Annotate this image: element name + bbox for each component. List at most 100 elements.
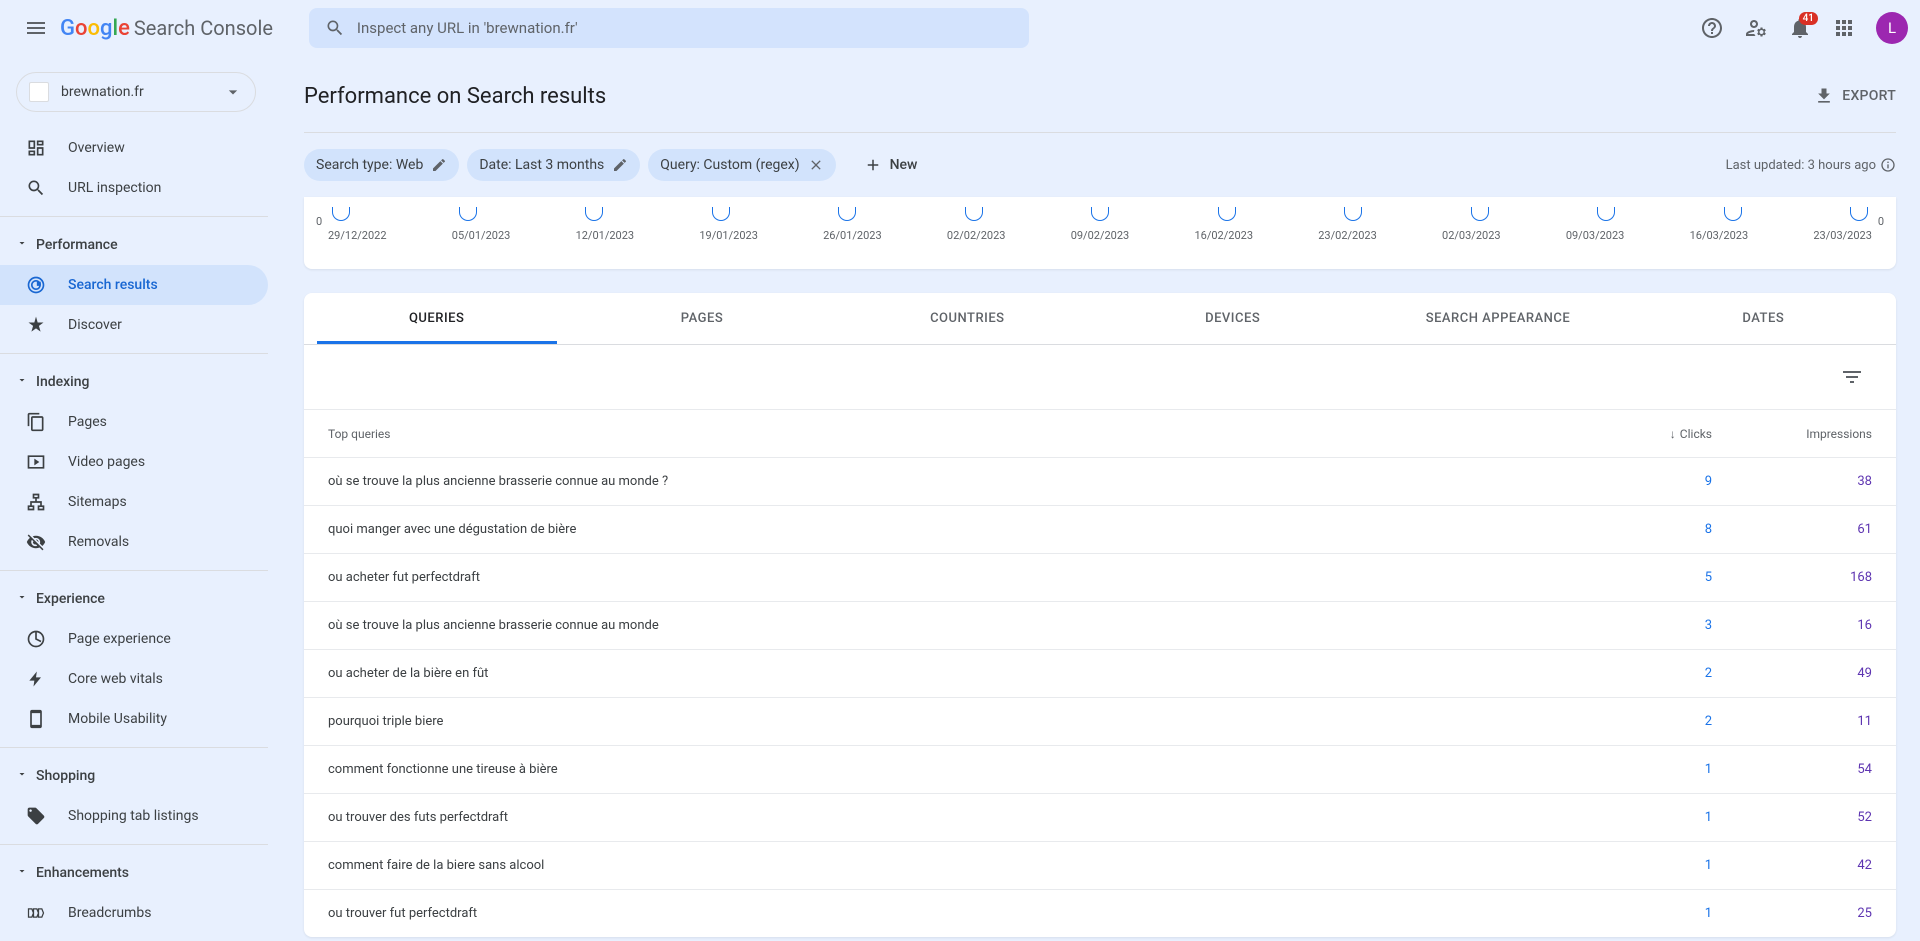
chart-spike xyxy=(1344,207,1362,221)
user-settings-button[interactable] xyxy=(1736,8,1776,48)
x-tick: 26/01/2023 xyxy=(823,229,882,242)
nav-url-inspection[interactable]: URL inspection xyxy=(0,168,268,208)
chart-spike xyxy=(712,207,730,221)
section-label: Shopping xyxy=(36,768,95,784)
chart-spike xyxy=(332,207,350,221)
page-title: Performance on Search results xyxy=(304,84,606,109)
filter-search-type[interactable]: Search type: Web xyxy=(304,149,459,181)
tab-search-appearance[interactable]: SEARCH APPEARANCE xyxy=(1378,293,1618,344)
chart-spike xyxy=(459,207,477,221)
nav-label: Video pages xyxy=(68,454,145,470)
close-icon[interactable] xyxy=(808,157,824,173)
nav-video-pages[interactable]: Video pages xyxy=(0,442,268,482)
table-row[interactable]: ou trouver des futs perfectdraft152 xyxy=(304,793,1896,841)
cell-query: ou trouver fut perfectdraft xyxy=(328,906,1572,921)
url-inspect-search[interactable] xyxy=(309,8,1029,48)
section-label: Enhancements xyxy=(36,865,129,881)
tab-dates[interactable]: DATES xyxy=(1643,293,1883,344)
property-selector[interactable]: brewnation.fr xyxy=(16,72,256,112)
export-button[interactable]: EXPORT xyxy=(1814,86,1896,106)
table-row[interactable]: comment fonctionne une tireuse à bière15… xyxy=(304,745,1896,793)
url-inspect-input[interactable] xyxy=(357,19,1013,37)
video-icon xyxy=(26,452,46,472)
nav-mobile-usability[interactable]: Mobile Usability xyxy=(0,699,268,739)
col-header-clicks[interactable]: ↓Clicks xyxy=(1572,427,1712,441)
edit-icon xyxy=(431,157,447,173)
table-row[interactable]: ou acheter fut perfectdraft5168 xyxy=(304,553,1896,601)
nav-shopping-tab[interactable]: Shopping tab listings xyxy=(0,796,268,836)
main-content: Performance on Search results EXPORT Sea… xyxy=(280,56,1920,941)
x-tick: 09/02/2023 xyxy=(1071,229,1130,242)
table-row[interactable]: quoi manger avec une dégustation de bièr… xyxy=(304,505,1896,553)
nav-label: Pages xyxy=(68,414,107,430)
tab-pages[interactable]: PAGES xyxy=(582,293,822,344)
logo[interactable]: Google Search Console xyxy=(60,16,273,41)
last-updated-text: Last updated: 3 hours ago xyxy=(1726,158,1876,173)
section-enhancements[interactable]: Enhancements xyxy=(0,853,268,893)
overview-icon xyxy=(26,138,46,158)
col-header-impressions[interactable]: Impressions xyxy=(1712,427,1872,441)
table-row[interactable]: pourquoi triple biere211 xyxy=(304,697,1896,745)
cell-clicks: 1 xyxy=(1572,762,1712,777)
nav-page-experience[interactable]: Page experience xyxy=(0,619,268,659)
section-experience[interactable]: Experience xyxy=(0,579,268,619)
filter-table-button[interactable] xyxy=(1832,357,1872,397)
property-name: brewnation.fr xyxy=(61,84,223,100)
cell-clicks: 8 xyxy=(1572,522,1712,537)
table-row[interactable]: où se trouve la plus ancienne brasserie … xyxy=(304,601,1896,649)
nav-label: Sitemaps xyxy=(68,494,127,510)
nav-label: Search results xyxy=(68,277,158,293)
nav-core-web-vitals[interactable]: Core web vitals xyxy=(0,659,268,699)
x-tick: 09/03/2023 xyxy=(1566,229,1625,242)
tab-devices[interactable]: DEVICES xyxy=(1113,293,1353,344)
apps-button[interactable] xyxy=(1824,8,1864,48)
chevron-down-icon xyxy=(16,865,28,877)
nav-breadcrumbs[interactable]: Breadcrumbs xyxy=(0,893,268,933)
nav-discover[interactable]: Discover xyxy=(0,305,268,345)
cell-impressions: 49 xyxy=(1712,666,1872,681)
nav-label: Overview xyxy=(68,140,125,156)
chevron-down-icon xyxy=(16,591,28,603)
cell-clicks: 5 xyxy=(1572,570,1712,585)
cell-query: comment fonctionne une tireuse à bière xyxy=(328,762,1572,777)
nav-sitemaps[interactable]: Sitemaps xyxy=(0,482,268,522)
tab-countries[interactable]: COUNTRIES xyxy=(847,293,1087,344)
nav-label: Shopping tab listings xyxy=(68,808,199,824)
nav-overview[interactable]: Overview xyxy=(0,128,268,168)
filter-date[interactable]: Date: Last 3 months xyxy=(467,149,640,181)
col-header-queries[interactable]: Top queries xyxy=(328,427,1572,441)
add-filter-button[interactable]: New xyxy=(852,156,930,174)
google-logo-text: Google xyxy=(60,16,130,41)
discover-icon xyxy=(26,315,46,335)
help-button[interactable] xyxy=(1692,8,1732,48)
section-shopping[interactable]: Shopping xyxy=(0,756,268,796)
info-icon[interactable] xyxy=(1880,157,1896,173)
nav-pages[interactable]: Pages xyxy=(0,402,268,442)
section-indexing[interactable]: Indexing xyxy=(0,362,268,402)
mobile-icon xyxy=(26,709,46,729)
search-icon xyxy=(325,18,345,38)
chart-spike xyxy=(1091,207,1109,221)
nav-removals[interactable]: Removals xyxy=(0,522,268,562)
cell-clicks: 9 xyxy=(1572,474,1712,489)
tab-queries[interactable]: QUERIES xyxy=(317,293,557,344)
nav-search-results[interactable]: Search results xyxy=(0,265,268,305)
filter-query[interactable]: Query: Custom (regex) xyxy=(648,149,835,181)
nav-label: Breadcrumbs xyxy=(68,905,151,921)
menu-button[interactable] xyxy=(12,4,60,52)
cell-impressions: 61 xyxy=(1712,522,1872,537)
notifications-button[interactable]: 41 xyxy=(1780,8,1820,48)
cell-impressions: 168 xyxy=(1712,570,1872,585)
x-tick: 16/03/2023 xyxy=(1690,229,1749,242)
chart-line xyxy=(328,197,1872,221)
cell-query: ou acheter fut perfectdraft xyxy=(328,570,1572,585)
chart-spike xyxy=(1218,207,1236,221)
table-row[interactable]: ou acheter de la bière en fût249 xyxy=(304,649,1896,697)
table-row[interactable]: comment faire de la biere sans alcool142 xyxy=(304,841,1896,889)
table-row[interactable]: ou trouver fut perfectdraft125 xyxy=(304,889,1896,937)
breadcrumb-icon xyxy=(26,903,46,923)
account-avatar[interactable]: L xyxy=(1876,12,1908,44)
section-performance[interactable]: Performance xyxy=(0,225,268,265)
axis-right-zero: 0 xyxy=(1878,215,1884,228)
table-row[interactable]: où se trouve la plus ancienne brasserie … xyxy=(304,457,1896,505)
